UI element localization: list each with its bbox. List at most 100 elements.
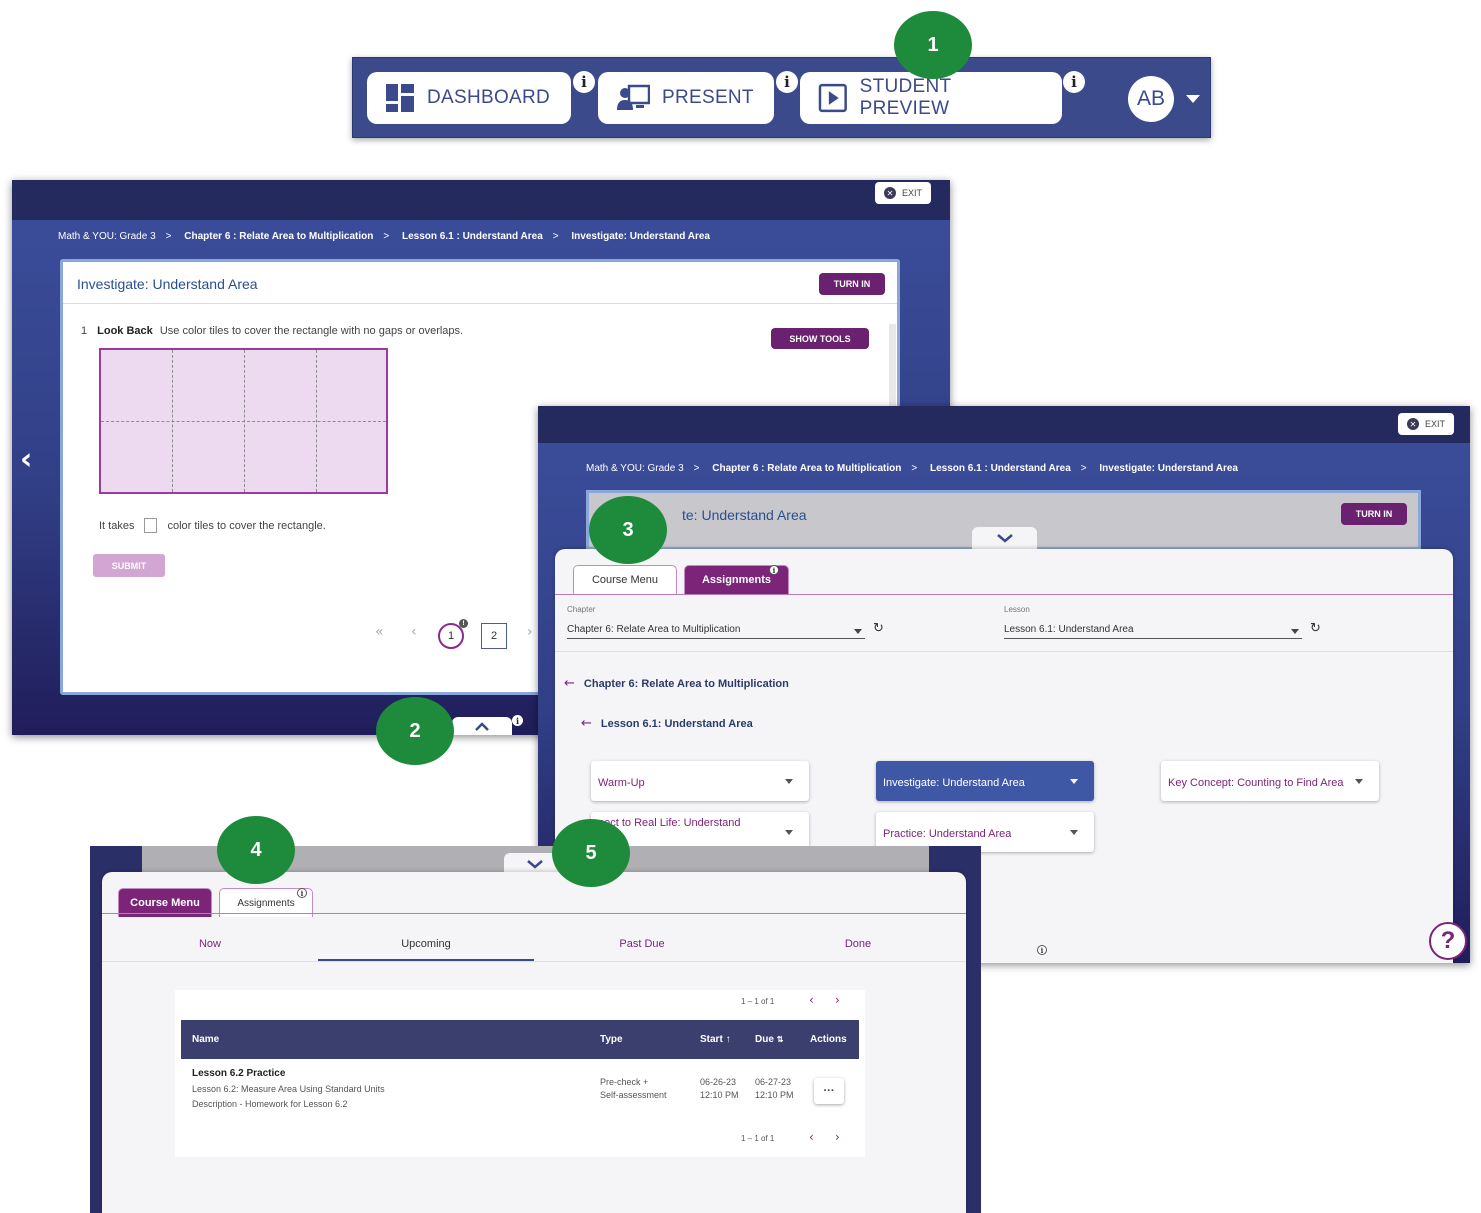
breadcrumb-lesson[interactable]: Lesson 6.1 : Understand Area — [402, 231, 543, 242]
breadcrumb-chapter[interactable]: Chapter 6 : Relate Area to Multiplicatio… — [184, 231, 373, 242]
row-actions-button[interactable]: ··· — [814, 1078, 844, 1104]
assignment-type: Pre-check + Self-assessment — [600, 1076, 667, 1102]
reset-chapter-icon[interactable]: ↻ — [873, 621, 884, 636]
lesson-item-label: Practice: Understand Area — [883, 828, 1012, 840]
table-row[interactable]: Lesson 6.2 Practice Lesson 6.2: Measure … — [181, 1059, 859, 1121]
answer-suffix: color tiles to cover the rectangle. — [167, 519, 326, 532]
question-text: Use color tiles to cover the rectangle w… — [159, 325, 464, 337]
assignments-table: 1 – 1 of 1 ‹ › Name Type Start ↑ Due ⇅ A… — [175, 990, 865, 1157]
breadcrumb-lesson[interactable]: Lesson 6.1 : Understand Area — [930, 463, 1071, 474]
info-icon[interactable]: i — [1037, 945, 1047, 955]
chevron-down-icon — [1070, 779, 1078, 784]
sort-up-icon: ↑ — [725, 1034, 731, 1045]
show-tools-button[interactable]: SHOW TOOLS — [771, 328, 869, 349]
subtab-past-due[interactable]: Past Due — [534, 938, 750, 950]
lesson-item-label: nect to Real Life: Understand — [598, 817, 741, 829]
area-rectangle[interactable] — [99, 348, 388, 494]
filter-divider — [555, 651, 1453, 652]
lesson-label: Lesson — [1004, 605, 1030, 614]
turn-in-button[interactable]: TURN IN — [819, 273, 885, 295]
help-icon[interactable]: ? — [1429, 922, 1467, 960]
breadcrumb-course[interactable]: Math & YOU: Grade 3 — [586, 463, 684, 474]
student-preview-info-icon[interactable]: i — [1063, 71, 1085, 93]
assignments-info-icon[interactable]: i — [769, 565, 779, 575]
header-type[interactable]: Type — [600, 1034, 623, 1045]
previous-activity-icon[interactable]: ‹ — [20, 442, 32, 477]
account-menu-caret-icon[interactable] — [1186, 95, 1200, 103]
question-prompt: 1 Look Back Use color tiles to cover the … — [81, 325, 463, 337]
dashboard-button[interactable]: DASHBOARD — [367, 72, 571, 124]
breadcrumb-chapter[interactable]: Chapter 6 : Relate Area to Multiplicatio… — [712, 463, 901, 474]
back-to-chapter[interactable]: ← Chapter 6: Relate Area to Multiplicati… — [564, 676, 789, 691]
lesson-item-investigate[interactable]: Investigate: Understand Area — [876, 761, 1094, 801]
header-start[interactable]: Start ↑ — [700, 1034, 731, 1045]
exit-label: EXIT — [1425, 419, 1446, 429]
submit-button[interactable]: SUBMIT — [93, 554, 165, 577]
first-page-icon[interactable]: « — [375, 624, 384, 640]
callout-marker-1: 1 — [894, 11, 972, 79]
lesson-item-label: Key Concept: Counting to Find Area — [1168, 777, 1344, 789]
header-due[interactable]: Due ⇅ — [755, 1034, 783, 1045]
answer-prefix: It takes — [99, 519, 135, 532]
tab-divider — [102, 913, 966, 914]
reset-lesson-icon[interactable]: ↻ — [1310, 621, 1321, 636]
assignments-drawer: Course Menu Assignments i Now Upcoming P… — [102, 872, 966, 1213]
drawer-handle[interactable] — [972, 527, 1037, 549]
chapter-select[interactable]: Chapter 6: Relate Area to Multiplication — [567, 621, 865, 639]
next-page-icon[interactable]: › — [835, 1130, 840, 1144]
question-number: 1 — [81, 325, 88, 337]
chevron-down-icon — [785, 779, 793, 784]
sort-icon: ⇅ — [776, 1035, 784, 1044]
breadcrumb-activity: Investigate: Understand Area — [1099, 463, 1238, 474]
dashboard-label: DASHBOARD — [427, 87, 551, 108]
assignment-due: 06-27-23 12:10 PM — [755, 1076, 794, 1102]
breadcrumb-course[interactable]: Math & YOU: Grade 3 — [58, 231, 156, 242]
avatar[interactable]: AB — [1128, 76, 1174, 122]
exit-button[interactable]: ✕ EXIT — [1398, 413, 1455, 435]
due-time: 12:10 PM — [755, 1090, 794, 1100]
close-icon: ✕ — [1407, 418, 1419, 430]
chevron-down-icon — [527, 860, 543, 869]
answer-input[interactable] — [144, 518, 158, 533]
breadcrumb-activity: Investigate: Understand Area — [571, 231, 710, 242]
arrow-left-icon: ← — [564, 676, 575, 691]
drawer-handle[interactable] — [452, 717, 512, 735]
present-info-icon[interactable]: i — [776, 71, 798, 93]
drawer-info-icon[interactable]: i — [512, 715, 523, 726]
top-toolbar: DASHBOARD i PRESENT i STUDENT PREVIEW i … — [352, 57, 1211, 138]
subtab-done[interactable]: Done — [750, 938, 966, 950]
lesson-select-value: Lesson 6.1: Understand Area — [1004, 624, 1134, 635]
present-button[interactable]: PRESENT — [598, 72, 774, 124]
turn-in-button[interactable]: TURN IN — [1341, 503, 1407, 525]
next-page-icon[interactable]: › — [835, 993, 840, 1007]
lesson-select[interactable]: Lesson 6.1: Understand Area — [1004, 621, 1302, 639]
lesson-item-label: Warm-Up — [598, 777, 645, 789]
assignments-window: Course Menu Assignments i Now Upcoming P… — [90, 846, 981, 1213]
lesson-item-label: Investigate: Understand Area — [883, 777, 1025, 789]
next-page-icon[interactable]: › — [527, 624, 533, 640]
tab-course-menu[interactable]: Course Menu — [573, 565, 677, 594]
prev-page-icon[interactable]: ‹ — [809, 1130, 814, 1144]
exit-button[interactable]: ✕ EXIT — [875, 182, 932, 204]
subtab-upcoming[interactable]: Upcoming — [318, 938, 534, 950]
student-preview-button[interactable]: STUDENT PREVIEW — [800, 72, 1062, 124]
chapter-select-value: Chapter 6: Relate Area to Multiplication — [567, 624, 741, 635]
activity-title: te: Understand Area — [682, 507, 807, 523]
window-top-bar — [538, 406, 1470, 443]
chevron-up-icon — [475, 722, 489, 731]
lesson-item-key-concept[interactable]: Key Concept: Counting to Find Area — [1161, 761, 1379, 801]
header-name[interactable]: Name — [192, 1034, 219, 1045]
dashboard-info-icon[interactable]: i — [573, 71, 595, 93]
prev-page-icon[interactable]: ‹ — [411, 624, 417, 640]
present-label: PRESENT — [662, 87, 754, 108]
chapter-heading: Chapter 6: Relate Area to Multiplication — [583, 677, 789, 690]
table-header: Name Type Start ↑ Due ⇅ Actions — [181, 1020, 859, 1059]
page-2-button[interactable]: 2 — [481, 623, 507, 649]
prev-page-icon[interactable]: ‹ — [809, 993, 814, 1007]
callout-marker-4: 4 — [217, 816, 295, 884]
back-to-lesson[interactable]: ← Lesson 6.1: Understand Area — [581, 716, 753, 731]
assignments-info-icon[interactable]: i — [297, 888, 307, 898]
lesson-item-warm-up[interactable]: Warm-Up — [591, 761, 809, 801]
subtab-now[interactable]: Now — [102, 938, 318, 950]
pagination-top: 1 – 1 of 1 — [741, 997, 775, 1006]
